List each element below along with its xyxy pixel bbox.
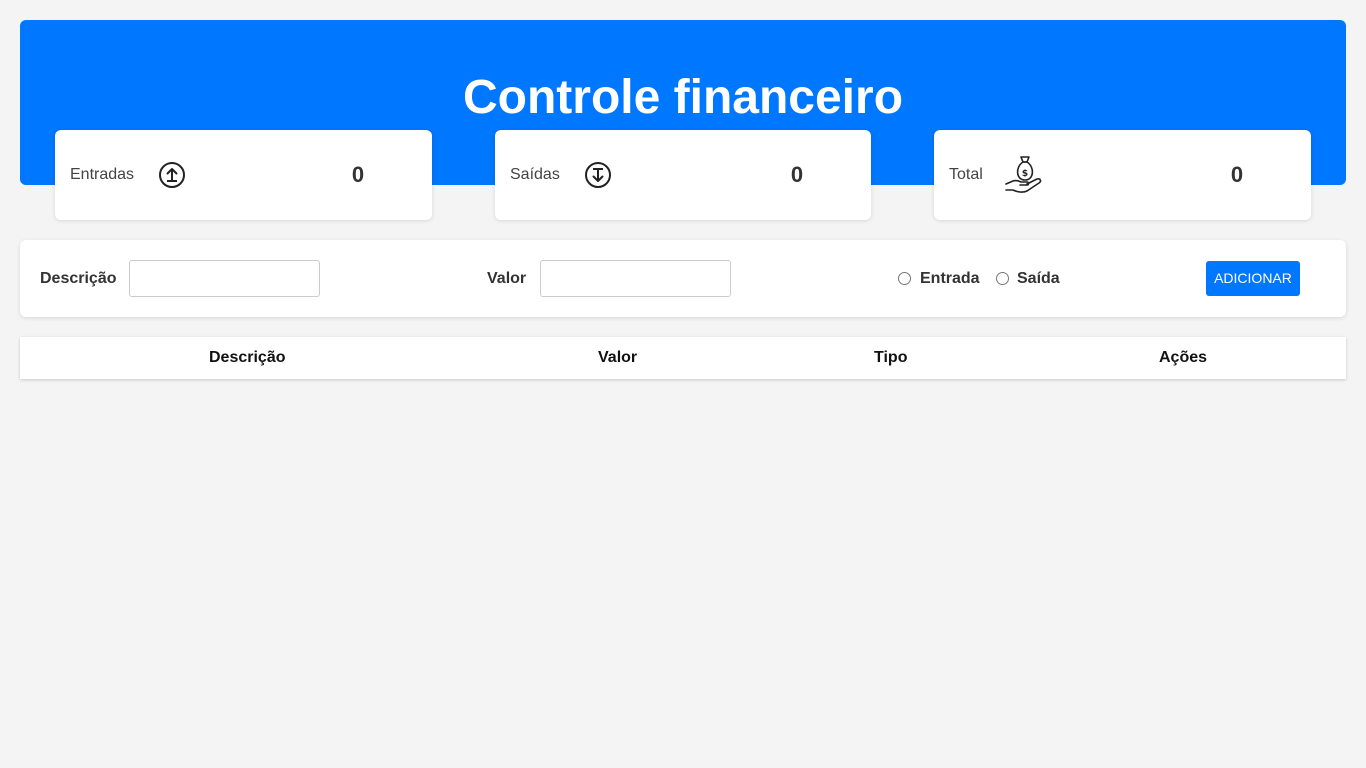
total-card: Total $ 0 <box>934 130 1311 220</box>
transaction-form: Descrição Valor Entrada Saída ADICIONAR <box>20 240 1346 317</box>
add-button[interactable]: ADICIONAR <box>1206 261 1300 296</box>
arrow-down-circle-icon <box>584 161 612 194</box>
expense-label: Saídas <box>510 166 560 183</box>
table-header-actions: Ações <box>1159 349 1208 366</box>
value-input[interactable] <box>540 260 731 297</box>
expense-value: 0 <box>790 162 804 187</box>
saida-radio-label[interactable]: Saída <box>1017 269 1060 289</box>
income-label: Entradas <box>70 166 135 183</box>
total-value: 0 <box>1230 162 1244 187</box>
description-label: Descrição <box>40 270 117 287</box>
table-header-type: Tipo <box>874 349 908 366</box>
svg-text:$: $ <box>1022 169 1028 179</box>
saida-radio[interactable] <box>996 272 1009 285</box>
table-header-value: Valor <box>598 349 638 366</box>
total-label: Total <box>949 166 983 183</box>
arrow-up-circle-icon <box>158 161 186 194</box>
page-title: Controle financeiro <box>462 71 904 124</box>
expense-card: Saídas 0 <box>495 130 871 220</box>
income-value: 0 <box>351 162 365 187</box>
value-label: Valor <box>487 270 527 287</box>
entrada-radio[interactable] <box>898 272 911 285</box>
table-header-description: Descrição <box>209 349 286 366</box>
description-input[interactable] <box>129 260 320 297</box>
income-card: Entradas 0 <box>55 130 432 220</box>
entrada-radio-label[interactable]: Entrada <box>920 269 980 289</box>
money-bag-hand-icon: $ <box>1003 153 1047 202</box>
transactions-table: Descrição Valor Tipo Ações <box>20 337 1346 379</box>
